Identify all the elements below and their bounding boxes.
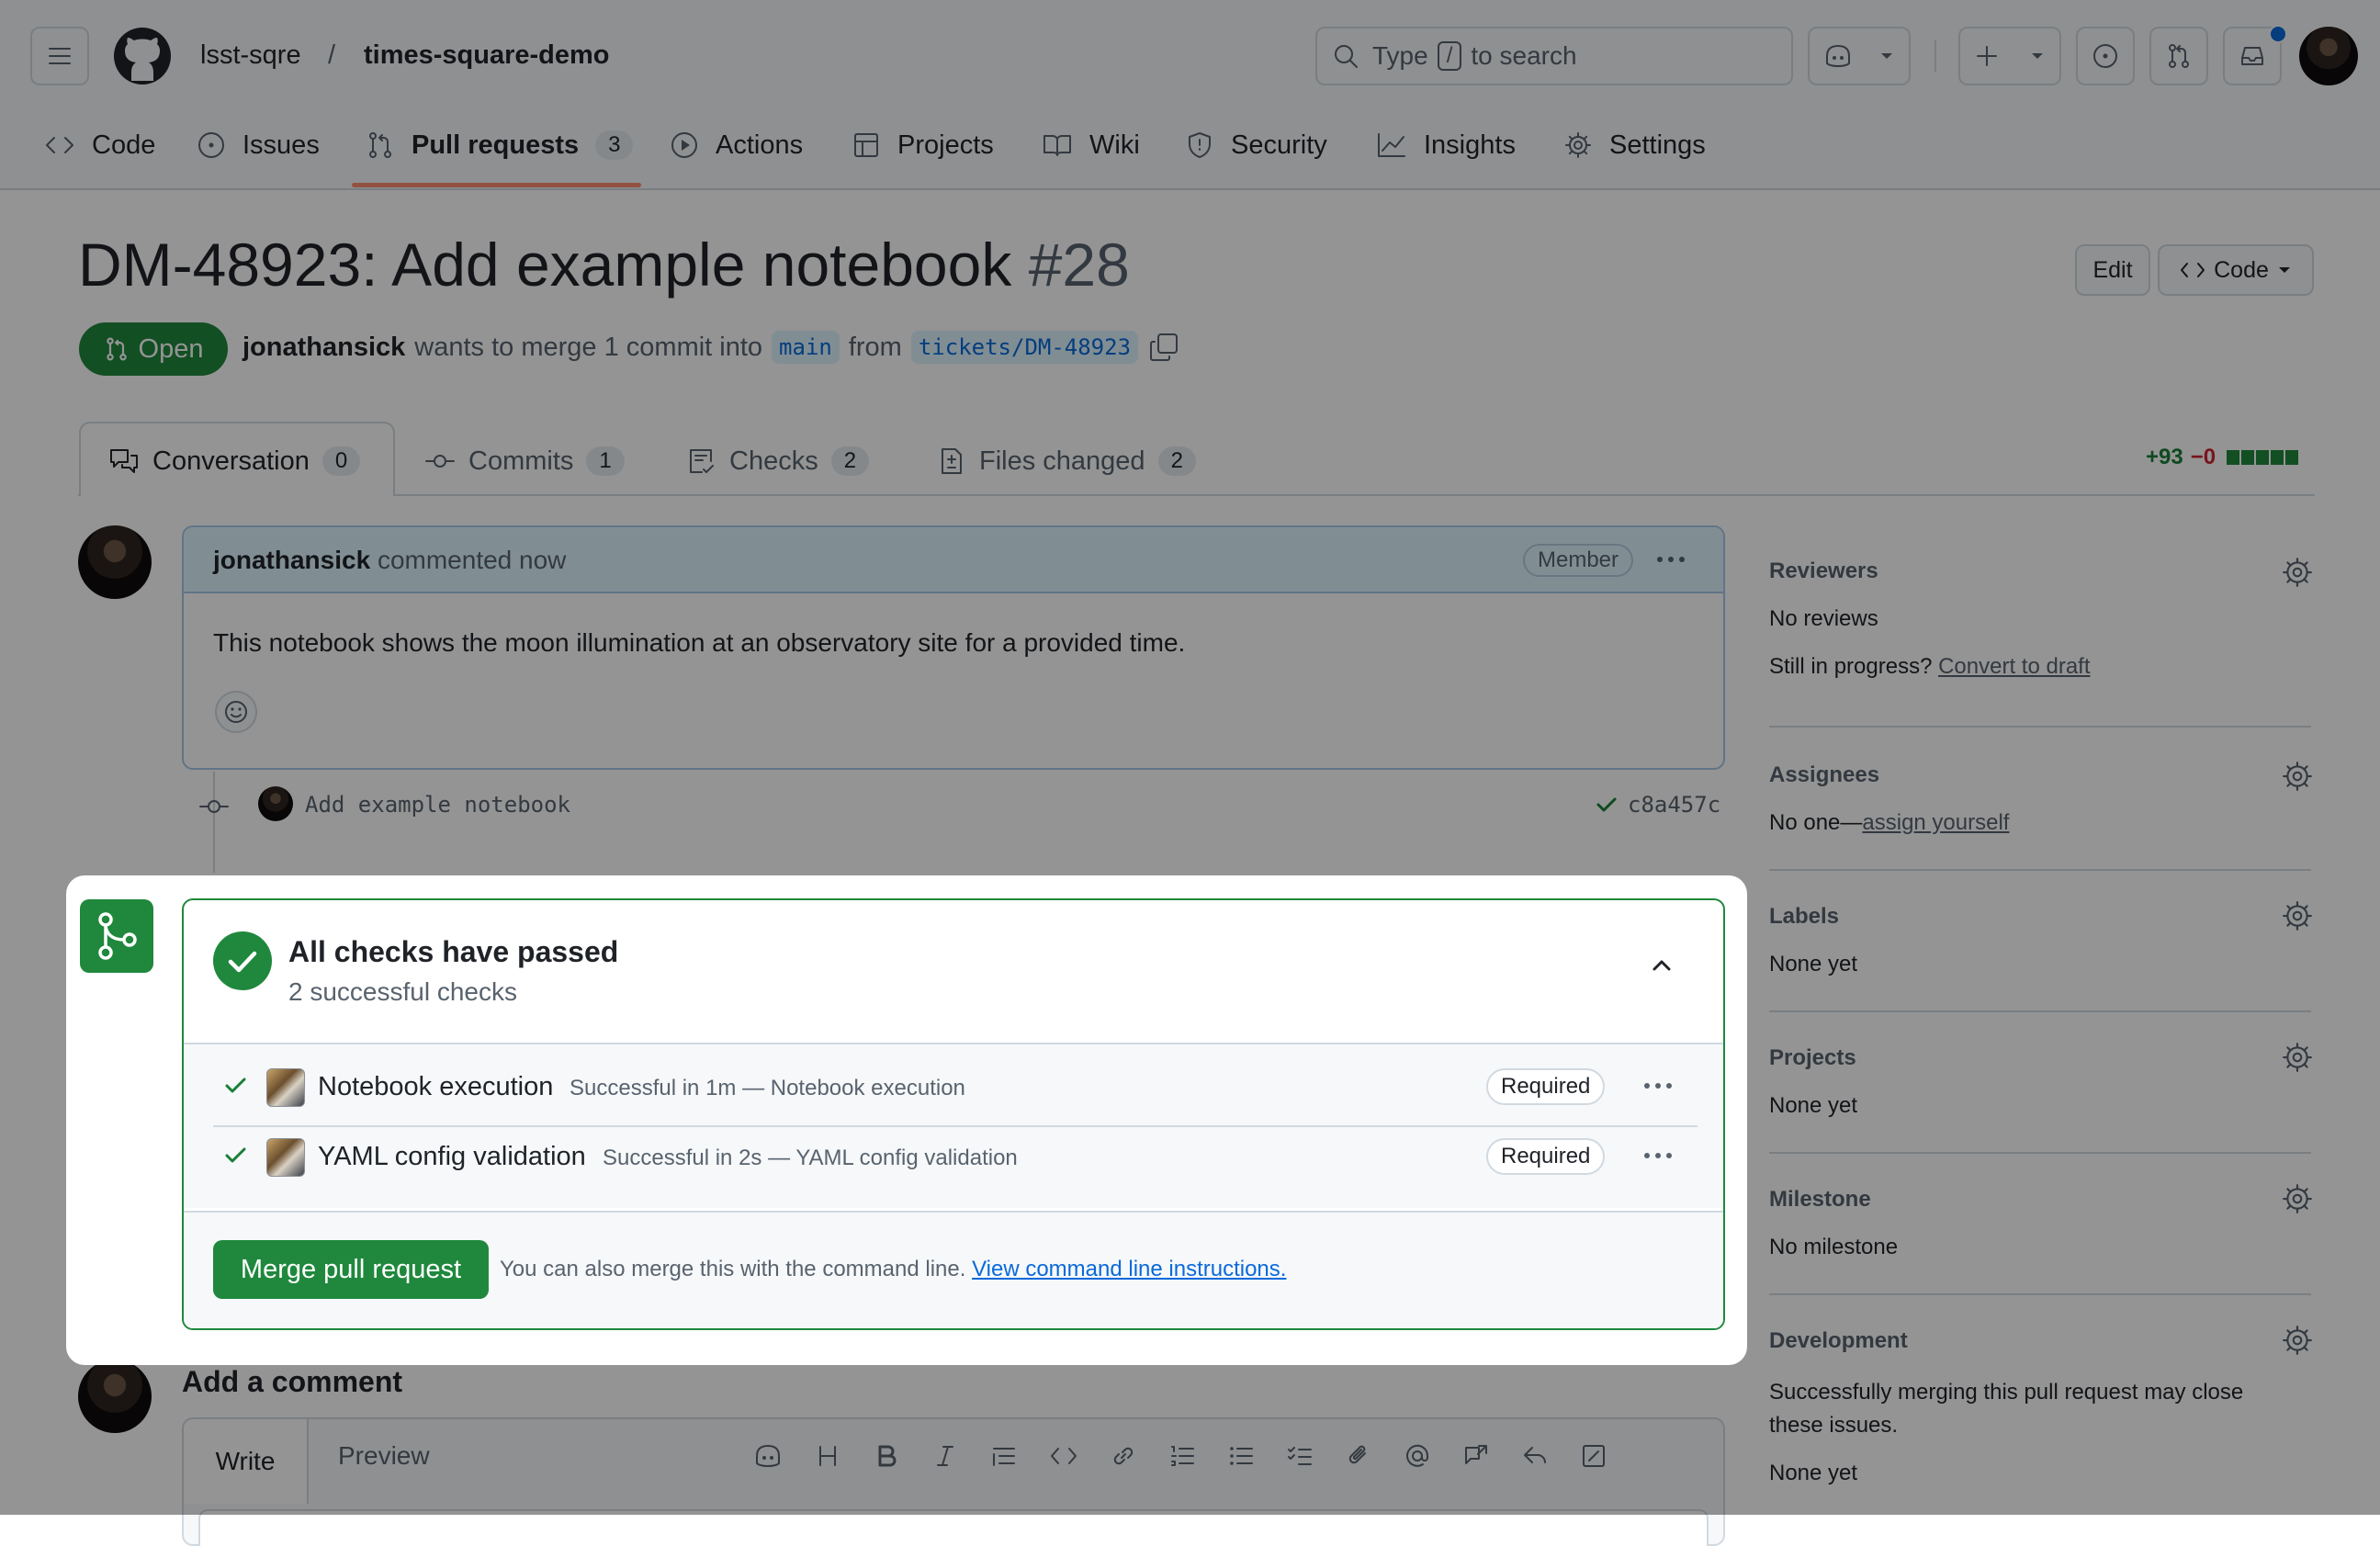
check-name: YAML config validation (318, 1142, 586, 1171)
command-line-instructions-link[interactable]: View command line instructions. (972, 1257, 1286, 1281)
check-circle-icon (213, 931, 272, 990)
merge-box: All checks have passed 2 successful chec… (182, 898, 1725, 1330)
kebab-menu-icon[interactable] (1644, 1153, 1672, 1158)
check-detail: Successful in 2s — YAML config validatio… (603, 1145, 1018, 1170)
git-merge-icon (80, 899, 153, 973)
checks-subtitle: 2 successful checks (288, 977, 517, 1006)
check-item[interactable]: Notebook execution Successful in 1m — No… (184, 1044, 1723, 1125)
check-item[interactable]: YAML config validation Successful in 2s … (184, 1127, 1723, 1208)
merge-button-label: Merge pull request (240, 1254, 462, 1284)
github-actions-app-icon (266, 1068, 305, 1107)
check-name: Notebook execution (318, 1072, 554, 1101)
merge-pull-request-button[interactable]: Merge pull request (213, 1240, 489, 1299)
check-detail: Successful in 1m — Notebook execution (570, 1076, 965, 1100)
chevron-up-icon[interactable] (1648, 952, 1675, 979)
merge-hint: You can also merge this with the command… (500, 1257, 1286, 1282)
comment-textarea[interactable] (198, 1509, 1709, 1546)
github-actions-app-icon (266, 1138, 305, 1177)
required-badge: Required (1486, 1138, 1606, 1175)
required-badge: Required (1486, 1068, 1606, 1105)
check-icon (225, 1078, 246, 1093)
checks-title: All checks have passed (288, 935, 619, 968)
check-icon (225, 1147, 246, 1163)
kebab-menu-icon[interactable] (1644, 1083, 1672, 1089)
merge-hint-text: You can also merge this with the command… (500, 1257, 966, 1281)
